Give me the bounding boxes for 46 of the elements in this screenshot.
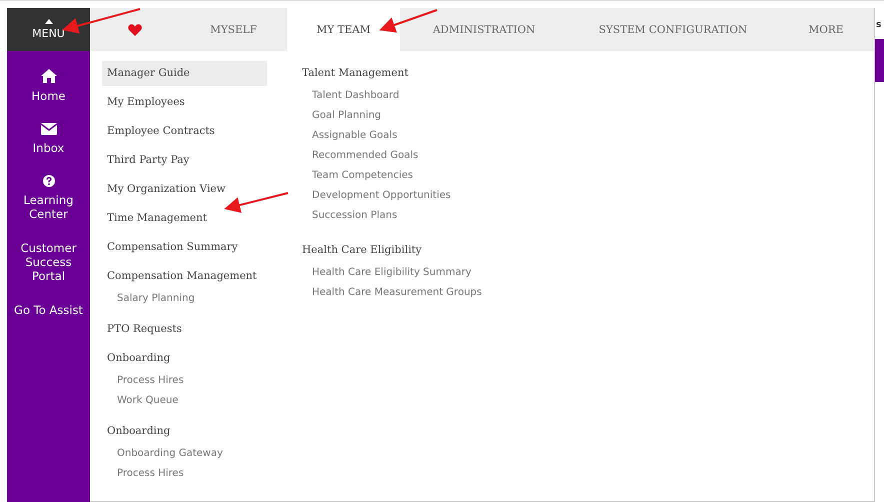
menu-link[interactable]: Third Party Pay [102, 148, 267, 173]
submenu-link[interactable]: Health Care Eligibility Summary [297, 263, 482, 283]
menu-link[interactable]: My Employees [102, 90, 267, 115]
sidebar-item[interactable]: Inbox [7, 123, 90, 155]
background-text: s [875, 19, 882, 32]
submenu-link[interactable]: Team Competencies [297, 166, 482, 186]
submenu-link[interactable]: Recommended Goals [297, 146, 482, 166]
menu-link[interactable]: Onboarding [102, 419, 267, 444]
menu-link[interactable]: Employee Contracts [102, 119, 267, 144]
submenu-link[interactable]: Work Queue [102, 391, 267, 411]
menu-link[interactable]: PTO Requests [102, 317, 267, 342]
nav-tab[interactable]: MY TEAM [287, 8, 400, 51]
nav-tab[interactable]: MORE [778, 8, 874, 51]
nav-tab[interactable]: ADMINISTRATION [400, 8, 568, 51]
submenu-link[interactable]: Onboarding Gateway [102, 444, 267, 464]
sidebar-item[interactable]: Go To Assist [7, 303, 90, 317]
submenu-link[interactable]: Development Opportunities [297, 186, 482, 206]
submenu-link[interactable]: Succession Plans [297, 206, 482, 226]
nav-tab[interactable]: MYSELF [180, 8, 287, 51]
home-icon [40, 69, 56, 83]
menu-link[interactable]: Manager Guide [102, 61, 267, 86]
menu-link[interactable]: Compensation Summary [102, 235, 267, 260]
submenu-link[interactable]: Goal Planning [297, 106, 482, 126]
annotation-arrow [224, 192, 288, 213]
submenu-link[interactable]: Health Care Measurement Groups [297, 283, 482, 303]
submenu-link[interactable]: Salary Planning [102, 289, 267, 309]
nav-tab[interactable]: SYSTEM CONFIGURATION [568, 8, 778, 51]
menu-button[interactable]: MENU [7, 8, 90, 51]
heart-icon [128, 24, 142, 36]
submenu-link[interactable]: Process Hires [102, 371, 267, 391]
submenu-link[interactable]: Talent Dashboard [297, 86, 482, 106]
menu-link[interactable]: My Organization View [102, 177, 267, 202]
submenu-link[interactable]: Assignable Goals [297, 126, 482, 146]
sidebar-item[interactable]: Learning Center [7, 175, 90, 221]
background-bar [875, 39, 884, 82]
help-icon [42, 175, 54, 187]
caret-icon [44, 19, 52, 24]
menu-link[interactable]: Onboarding [102, 346, 267, 371]
mail-icon [40, 123, 56, 135]
menu-link[interactable]: Compensation Management [102, 264, 267, 289]
menu-link[interactable]: Health Care Eligibility [297, 238, 482, 263]
sidebar-item[interactable]: Customer Success Portal [7, 241, 90, 283]
menu-link[interactable]: Talent Management [297, 61, 482, 86]
sidebar-item[interactable]: Home [7, 69, 90, 103]
menu-link[interactable]: Time Management [102, 206, 267, 231]
submenu-link[interactable]: Process Hires [102, 464, 267, 484]
